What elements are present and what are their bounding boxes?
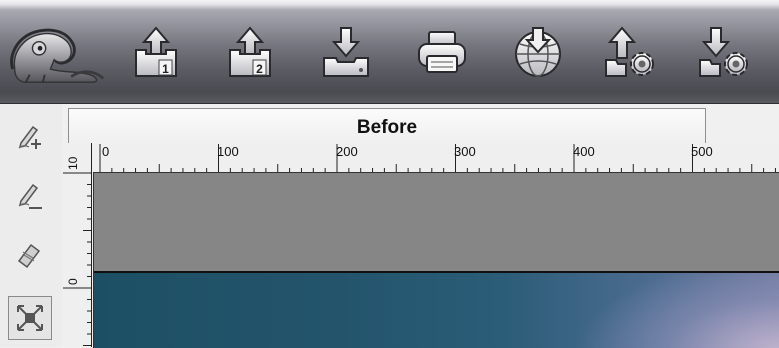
add-marker-button[interactable]	[8, 116, 52, 156]
ruler-label-0: 0	[102, 144, 109, 159]
download-icon	[323, 27, 369, 77]
chameleon-icon	[2, 18, 112, 88]
eraser-button[interactable]	[8, 236, 52, 276]
horizontal-ruler: 0 100 200 300 400 500	[93, 143, 779, 173]
ruler-label-100: 100	[217, 144, 239, 159]
tab-before[interactable]: Before	[68, 108, 706, 147]
upload-icon: 1	[135, 26, 177, 77]
pen-plus-icon	[18, 125, 41, 149]
import-second-button[interactable]: 2	[220, 22, 280, 82]
tab-before-label: Before	[356, 117, 418, 138]
print-button[interactable]	[412, 22, 472, 82]
eraser-icon	[17, 243, 41, 269]
photo-preview	[94, 273, 779, 348]
canvas-background	[94, 173, 779, 273]
pen-minus-icon	[18, 183, 42, 209]
globe-download-icon	[515, 27, 561, 77]
download-gear-icon	[699, 27, 748, 77]
export-settings-button[interactable]	[694, 22, 754, 82]
ruler-label-300: 300	[454, 144, 476, 159]
save-button[interactable]	[316, 22, 376, 82]
printer-icon	[418, 31, 466, 73]
remove-marker-button[interactable]	[8, 176, 52, 216]
main-toolbar: 1 2	[0, 0, 779, 104]
ruler-label-400: 400	[573, 144, 595, 159]
tab-strip: Before	[62, 104, 779, 147]
ruler-label-v0: 0	[66, 278, 80, 285]
svg-text:2: 2	[256, 62, 263, 76]
fit-view-button[interactable]	[8, 296, 52, 340]
export-web-button[interactable]	[508, 22, 568, 82]
import-first-button[interactable]: 1	[126, 22, 186, 82]
tool-sidebar	[0, 104, 63, 347]
image-canvas[interactable]	[93, 172, 779, 348]
upload-icon: 2	[229, 26, 271, 77]
expand-arrows-icon	[17, 305, 43, 331]
svg-text:1: 1	[162, 62, 169, 76]
ruler-label-200: 200	[336, 144, 358, 159]
ruler-label-v10: 10	[66, 156, 80, 170]
vertical-ruler: 10 0	[62, 143, 92, 347]
import-settings-button[interactable]	[600, 22, 660, 82]
upload-gear-icon	[605, 26, 654, 77]
ruler-label-500: 500	[691, 144, 713, 159]
